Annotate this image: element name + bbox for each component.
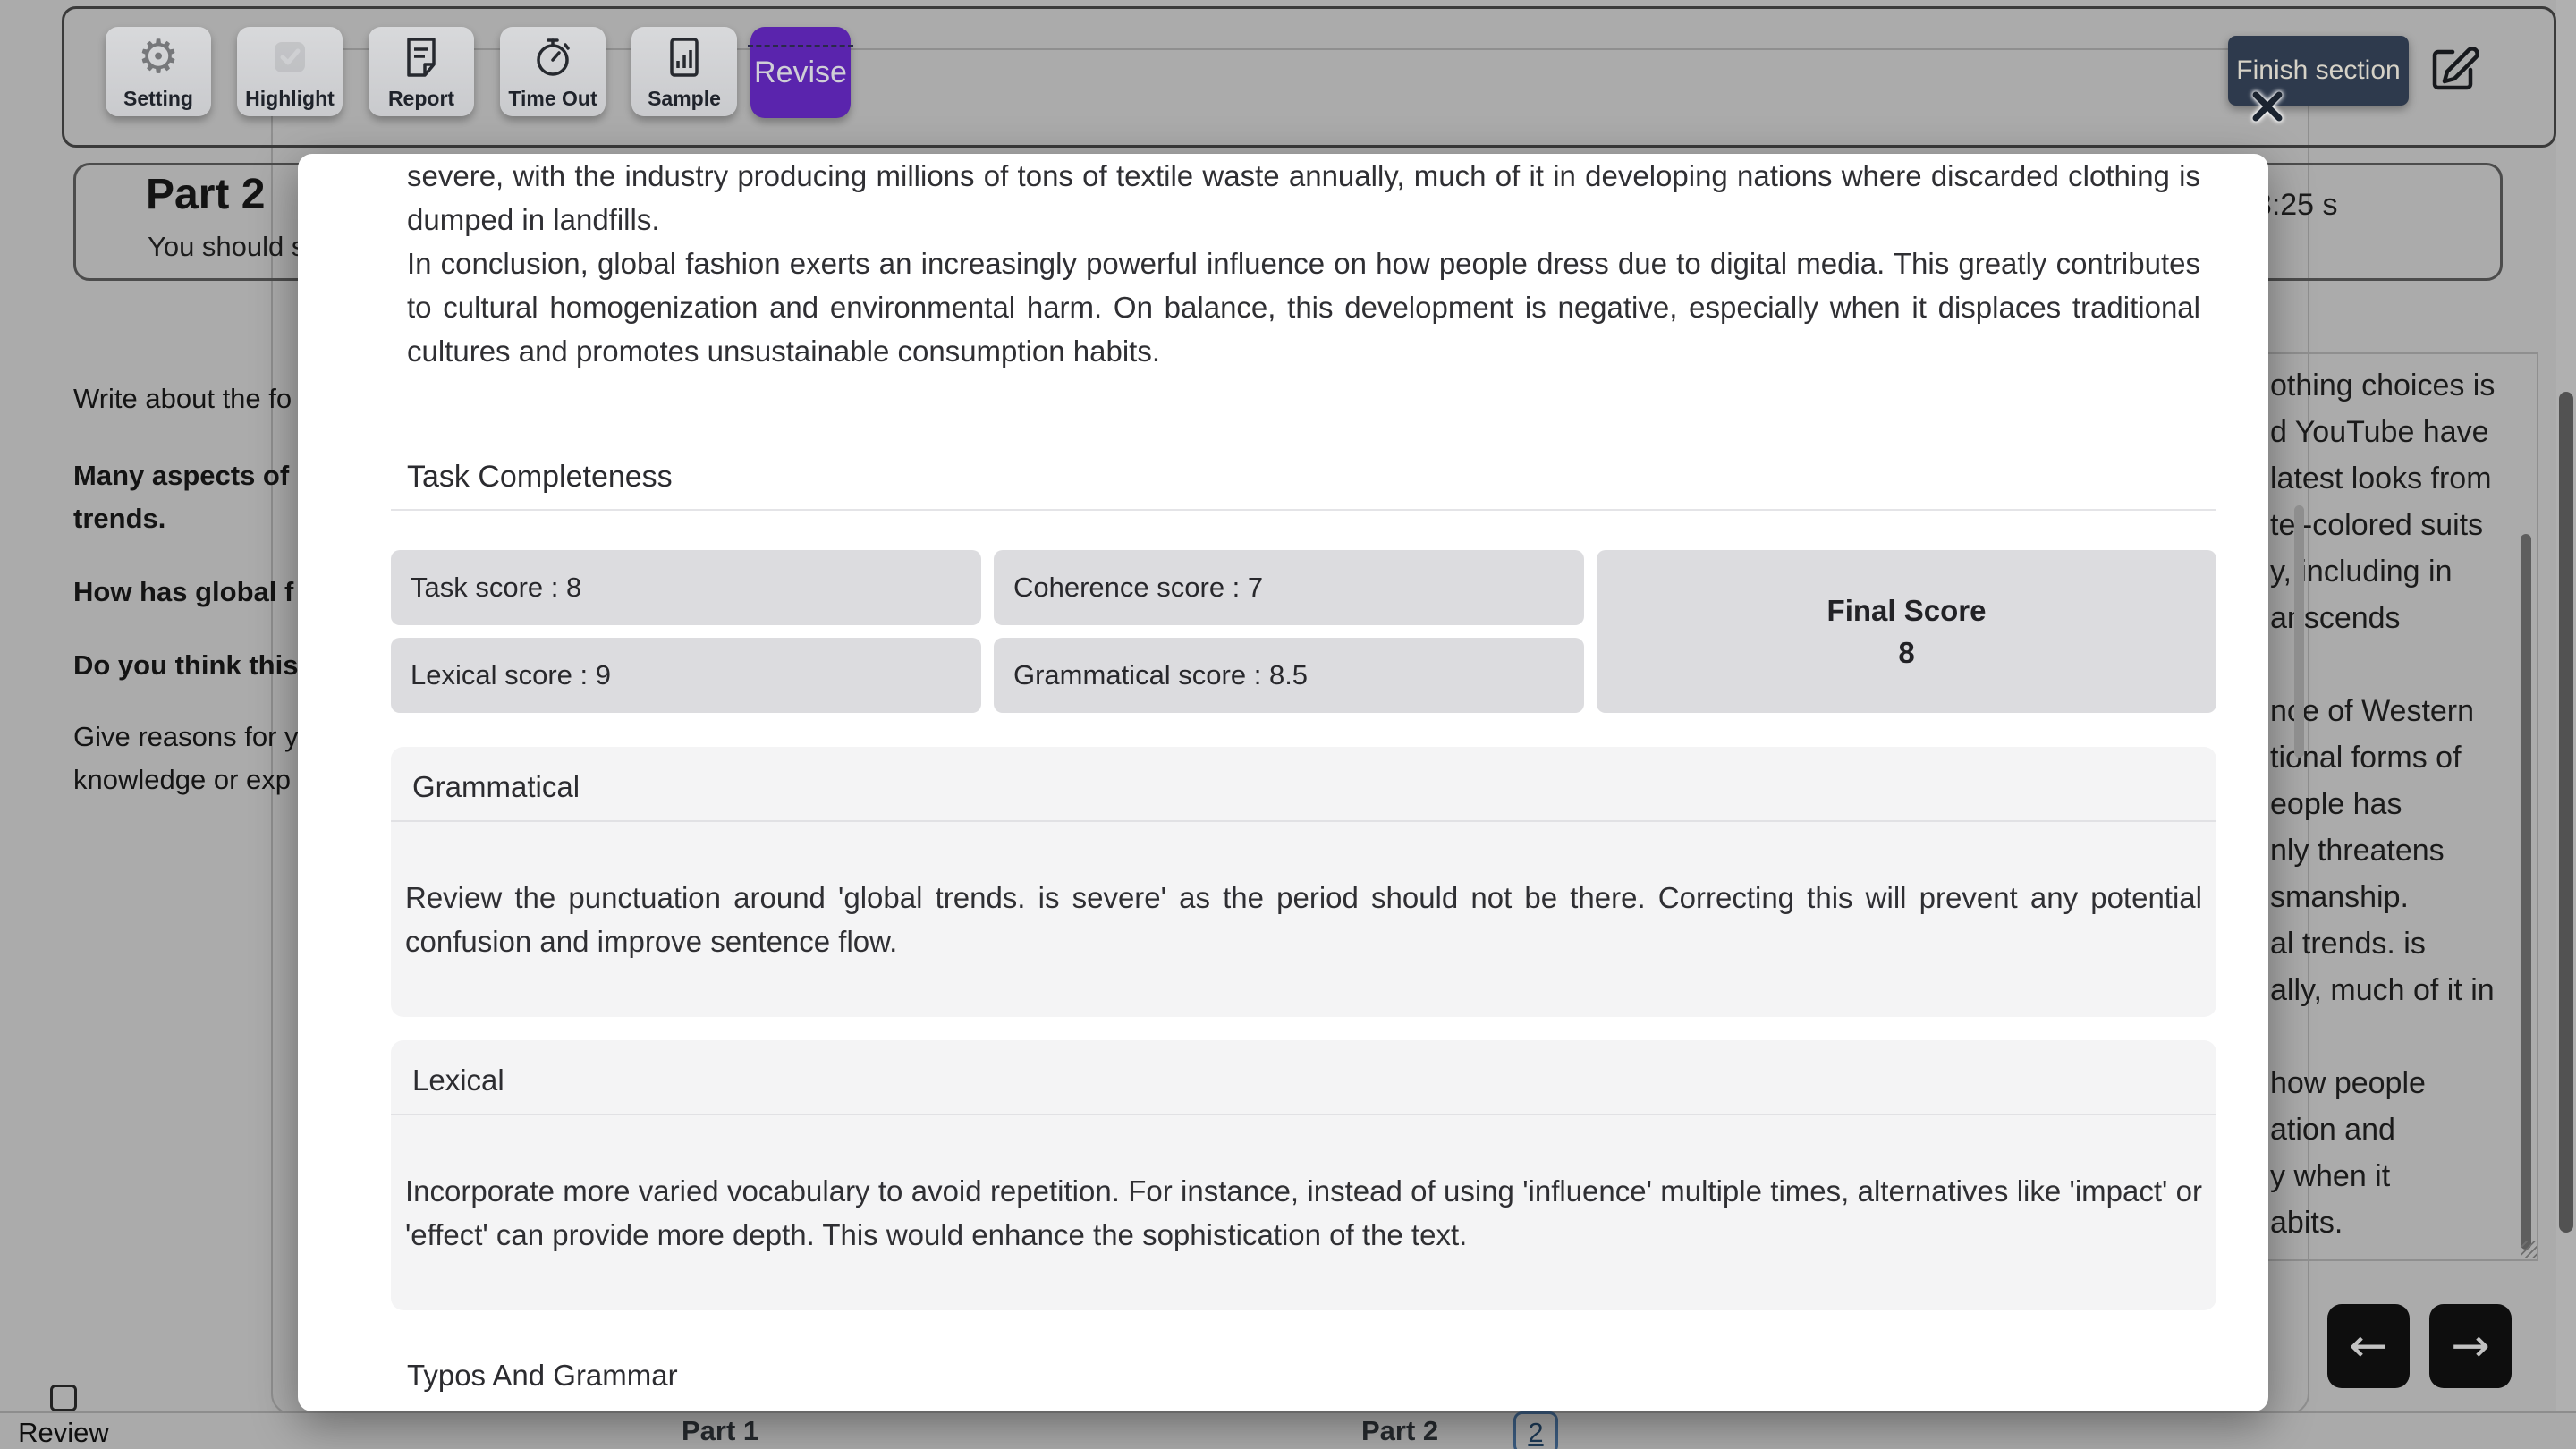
textarea-resize-grip[interactable] [2521, 1241, 2537, 1258]
question-line: Do you think this [73, 649, 298, 682]
grammatical-score: Grammatical score : 8.5 [994, 638, 1584, 713]
report-button[interactable]: Report [369, 27, 474, 116]
part2-title: Part 2 [146, 170, 265, 219]
grammatical-feedback-body: Review the punctuation around 'global tr… [391, 822, 2216, 963]
stopwatch-icon [500, 34, 606, 80]
lexical-feedback-card: Lexical Incorporate more varied vocabula… [391, 1040, 2216, 1310]
highlight-button-label: Highlight [245, 89, 335, 109]
review-label: Review [0, 1417, 127, 1449]
window-scrollbar-thumb[interactable] [2559, 392, 2573, 1233]
score-modal: severe, with the industry producing mill… [298, 154, 2268, 1411]
grammatical-feedback-title: Grammatical [391, 747, 2216, 822]
answer-text-line: latest looks from [2270, 462, 2547, 508]
answer-text-line: smanship. [2270, 880, 2547, 927]
page-2-button[interactable]: 2 [1513, 1411, 1558, 1449]
task-completeness-title: Task Completeness [391, 459, 2216, 495]
answer-text-line: nce of Western [2270, 694, 2547, 741]
part2-tab[interactable]: Part 2 [1361, 1415, 1438, 1447]
next-button[interactable]: → [2429, 1304, 2512, 1388]
coherence-score: Coherence score : 7 [994, 550, 1584, 625]
highlighter-icon [237, 34, 343, 80]
app-screen: ⚙ Setting Highlight Report Time Out [0, 0, 2576, 1449]
final-score-value: 8 [1898, 638, 1914, 667]
setting-button-label: Setting [123, 89, 193, 109]
grammatical-feedback-card: Grammatical Review the punctuation aroun… [391, 747, 2216, 1017]
answer-scrollbar-thumb[interactable] [2521, 534, 2531, 1250]
essay-paragraph: In conclusion, global fashion exerts an … [391, 242, 2216, 373]
highlight-button[interactable]: Highlight [237, 27, 343, 116]
lexical-feedback-body: Incorporate more varied vocabulary to av… [391, 1115, 2216, 1257]
arrow-right-icon: → [2451, 1319, 2490, 1373]
answer-text-line: d YouTube have [2270, 415, 2547, 462]
edit-pencil-icon[interactable] [2426, 41, 2483, 98]
report-button-label: Report [388, 89, 454, 109]
question-line: trends. [73, 503, 165, 535]
question-line: Write about the fo [73, 383, 292, 415]
revise-button[interactable]: Revise [750, 27, 851, 118]
review-checkbox[interactable] [50, 1385, 77, 1411]
question-line: knowledge or exp [73, 764, 291, 796]
answer-text-line: ally, much of it in [2270, 973, 2547, 1020]
final-score-label: Final Score [1827, 596, 1987, 625]
time-out-button[interactable]: Time Out [500, 27, 606, 116]
question-line: Give reasons for y [73, 721, 299, 753]
lexical-score: Lexical score : 9 [391, 638, 981, 713]
answer-text-line: y, including in [2270, 555, 2547, 601]
section-divider [391, 509, 2216, 511]
time-out-button-label: Time Out [508, 89, 597, 109]
question-line: How has global f [73, 576, 293, 608]
answer-text-line: abits. [2270, 1206, 2547, 1252]
answer-text-line: y when it [2270, 1159, 2547, 1206]
answer-text-line: al trends. is [2270, 927, 2547, 973]
finish-section-label: Finish section [2236, 55, 2400, 86]
answer-text-line: anscends [2270, 601, 2547, 648]
setting-button[interactable]: ⚙ Setting [106, 27, 211, 116]
report-icon [369, 34, 474, 80]
answer-textarea[interactable]: othing choices isd YouTube havelatest lo… [2270, 369, 2547, 1252]
answer-text-line: nly threatens [2270, 834, 2547, 880]
answer-text-line [2270, 1020, 2547, 1066]
revise-button-label: Revise [754, 55, 847, 90]
answer-text-line: eople has [2270, 787, 2547, 834]
frame-edge-dashes [748, 45, 853, 47]
score-grid: Task score : 8 Coherence score : 7 Final… [391, 550, 2216, 713]
page-2-label: 2 [1528, 1417, 1543, 1449]
task-score: Task score : 8 [391, 550, 981, 625]
part1-tab[interactable]: Part 1 [682, 1415, 758, 1447]
answer-text-line: how people [2270, 1066, 2547, 1113]
close-icon[interactable] [2245, 84, 2290, 129]
answer-text-line: othing choices is [2270, 369, 2547, 415]
bottom-bar [0, 1411, 2576, 1449]
answer-area-border [2268, 352, 2538, 354]
prev-button[interactable]: ← [2327, 1304, 2410, 1388]
lexical-feedback-title: Lexical [391, 1040, 2216, 1115]
answer-text-line: ation and [2270, 1113, 2547, 1159]
question-line: Many aspects of [73, 460, 289, 492]
final-score-card: Final Score 8 [1597, 550, 2216, 713]
answer-text-line: tel-colored suits [2270, 508, 2547, 555]
essay-paragraph: severe, with the industry producing mill… [391, 154, 2216, 242]
part2-subtitle: You should s [148, 231, 305, 263]
answer-area-border [2268, 1259, 2538, 1261]
answer-text-line [2270, 648, 2547, 694]
arrow-left-icon: ← [2349, 1319, 2388, 1373]
gear-icon: ⚙ [106, 34, 211, 80]
modal-scrollbar-thumb[interactable] [2294, 505, 2304, 758]
chart-icon [631, 34, 737, 80]
answer-text-line: tional forms of [2270, 741, 2547, 787]
sample-button[interactable]: Sample [631, 27, 737, 116]
sample-button-label: Sample [648, 89, 721, 109]
typos-and-grammar-title: Typos And Grammar [391, 1359, 2216, 1393]
